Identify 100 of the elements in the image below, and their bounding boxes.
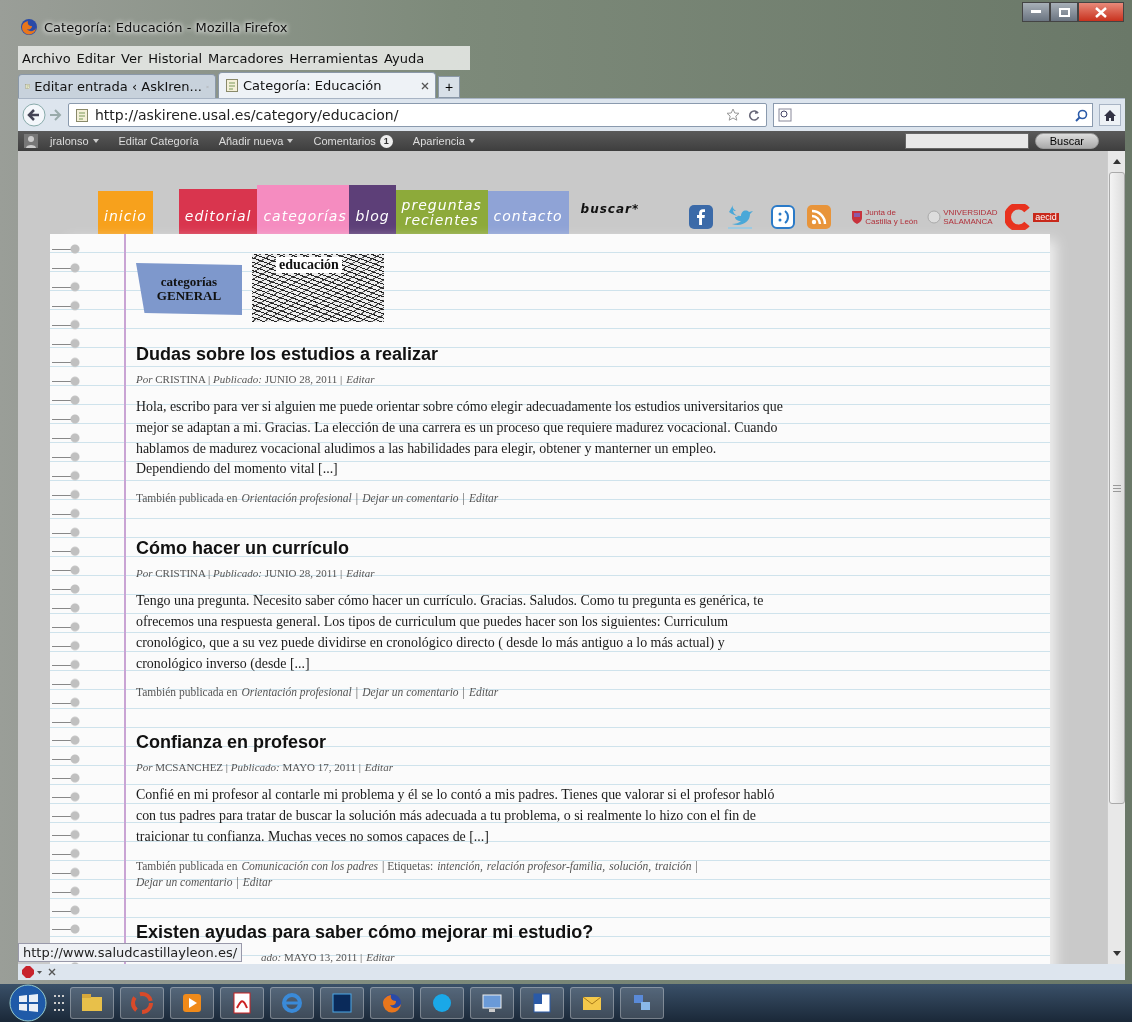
category-badge[interactable]: categorías GENERAL <box>136 263 242 315</box>
post-footer-text: | <box>695 858 698 874</box>
scroll-down-icon[interactable] <box>1112 951 1121 956</box>
back-icon[interactable] <box>22 103 46 127</box>
monitor-icon[interactable] <box>480 991 504 1015</box>
c-logo-icon <box>1005 204 1032 230</box>
post-excerpt: Tengo una pregunta. Necesito saber cómo hacer un currículo. Gracias. Saludos. Como tu pregunta es genérica, te ofrecemos una respuesta general. Los tipos de curriculum que puedes hacer son los siguientes: Curriculum cronológico, que a su vez puede dividirse en cronológico directo ( desde lo más antiguo a lo más actual) y cronológico inverso (desde [...] <box>136 592 765 673</box>
menu-item[interactable]: Archivo <box>22 50 71 66</box>
page-icon <box>225 78 239 93</box>
scrollbar[interactable] <box>1107 151 1125 964</box>
crest-icon <box>851 210 864 224</box>
minimize-icon <box>1031 10 1041 14</box>
search-icon[interactable] <box>1075 108 1088 122</box>
partner-name[interactable]: VNIVERSIDAD SALAMANCA <box>943 208 1000 226</box>
link[interactable]: Editar <box>366 948 395 964</box>
partner-name[interactable]: Junta de Castilla y León <box>865 208 922 226</box>
post-footer-text: También publicada en <box>136 491 238 507</box>
post-title[interactable]: Confianza en profesor <box>136 732 784 754</box>
link[interactable]: solución, <box>609 857 652 874</box>
nav-tab[interactable]: blog <box>349 185 396 234</box>
menu-item[interactable]: Marcadores <box>208 50 284 66</box>
link[interactable]: Comunicación con los padres <box>241 857 378 874</box>
close-button[interactable] <box>1078 2 1124 22</box>
post-title[interactable]: Dudas sobre los estudios a realizar <box>136 344 784 365</box>
post-footer-text: | <box>462 491 465 507</box>
link[interactable]: Dejar un comentario <box>362 684 459 701</box>
post-meta: Por CRISTINA | Publicado: JUNIO 28, 2011 | <box>136 372 343 387</box>
browser-tab[interactable]: Editar entrada ‹ AskIren... <box>18 74 216 98</box>
grip-icon <box>1112 484 1121 492</box>
partner-name[interactable]: aecid <box>1033 212 1059 222</box>
toolbar-menu-item[interactable]: Añadir nueva <box>218 135 294 147</box>
home-button[interactable] <box>1099 104 1121 126</box>
adblock-icon[interactable] <box>22 966 42 978</box>
toolbar-menu-item[interactable]: Editar Categoría <box>118 135 199 147</box>
grip-icon <box>54 995 64 1011</box>
post-meta: Por MCSANCHEZ | Publicado: MAYO 17, 2011 | <box>136 760 361 776</box>
link[interactable]: Editar <box>346 565 375 582</box>
post-meta: Por CRISTINA | Publicado: JUNIO 28, 2011 | <box>136 566 343 582</box>
facebook-icon[interactable] <box>689 205 714 229</box>
window-title: Categoría: Educación - Mozilla Firefox <box>44 19 289 35</box>
toolbar-menu-item[interactable]: jralonso <box>24 134 99 148</box>
home-icon <box>1103 108 1117 122</box>
firefox-icon[interactable] <box>380 991 404 1015</box>
link[interactable]: Editar <box>468 684 499 701</box>
post-footer-text: También publicada en <box>136 685 238 701</box>
media-player-icon[interactable] <box>180 991 204 1015</box>
scroll-up-icon[interactable] <box>1112 159 1121 164</box>
link[interactable]: Editar <box>346 371 375 387</box>
link[interactable]: traición <box>655 857 692 874</box>
toolbar-menu-item[interactable]: Apariencia <box>412 135 475 147</box>
status-url-tooltip: http://www.saludcastillayleon.es/ <box>18 943 243 962</box>
pdf-icon[interactable] <box>230 991 254 1015</box>
avatar-icon <box>24 134 38 148</box>
link[interactable]: Dejar un comentario <box>136 873 233 890</box>
firefox-icon <box>20 18 38 36</box>
search-field[interactable] <box>773 103 1093 127</box>
category-title: educación <box>276 257 342 273</box>
close-icon[interactable] <box>48 968 56 976</box>
document-icon[interactable] <box>530 991 554 1015</box>
menu-item[interactable]: Ver <box>121 50 143 66</box>
search-engine-icon <box>778 108 792 122</box>
maximize-icon <box>1058 7 1070 17</box>
post-excerpt: Hola, escribo para ver si alguien me puede orientar sobre cómo elegir adecuadamente los estudios universitarios que mejor se adaptan a mi. Gracias. La elección de una carrera es un proceso que requiere madurez vocacional. Cuando hablamos de madurez vocacional aludimos a las habilidades para elegir, obtener y manterner un empleo. Dependiendo del momento vital [...] <box>136 398 784 479</box>
link[interactable]: Orientación profesional <box>241 490 352 507</box>
post-title[interactable]: Cómo hacer un currículo <box>136 538 784 560</box>
smiley-icon[interactable] <box>771 205 796 229</box>
search-field[interactable] <box>904 133 1029 149</box>
search-button[interactable]: Buscar <box>1034 133 1099 149</box>
reload-icon[interactable] <box>748 109 760 121</box>
menu-item[interactable]: Editar <box>76 50 116 66</box>
search-link[interactable]: buscar* <box>568 202 640 234</box>
menu-item[interactable]: Historial <box>148 50 203 66</box>
close-icon[interactable] <box>421 81 429 90</box>
star-icon[interactable] <box>726 108 740 122</box>
link[interactable]: intención, <box>437 857 483 874</box>
post-footer-text: | <box>355 491 359 507</box>
post-title[interactable]: Existen ayudas para saber cómo mejorar mi estudio? <box>136 921 784 943</box>
link[interactable]: Editar <box>242 873 273 890</box>
start-orb-icon[interactable] <box>8 984 48 1022</box>
link[interactable]: Orientación profesional <box>241 684 352 701</box>
maximize-button[interactable] <box>1050 2 1078 22</box>
page-icon <box>75 107 89 123</box>
count-badge: 1 <box>379 134 393 148</box>
post-footer-text: | <box>355 685 359 701</box>
post-footer-text: | <box>462 685 465 701</box>
new-tab-button[interactable]: + <box>438 76 460 98</box>
browser-tab[interactable]: Categoría: Educación <box>218 72 436 98</box>
link[interactable]: relación profesor-familia, <box>486 857 606 874</box>
post-excerpt: Confié en mi profesor al contarle mi problema y él se lo contó a mis padres. Tienes que valorar si el profesor habló con tus padres para tratar de buscar la solución más adecuada a tu problema, o si realmente lo hizo con el fin de traicionar tu confianza. Muchas veces no somos capaces de [...] <box>136 786 776 846</box>
scrollbar-thumb[interactable] <box>1108 172 1125 804</box>
address-field[interactable]: http://askirene.usal.es/category/educacion/ <box>68 103 767 127</box>
toolbar-menu-item[interactable]: Comentarios 1 <box>313 134 393 148</box>
link[interactable]: Editar <box>468 490 499 507</box>
link[interactable]: Dejar un comentario <box>362 490 459 507</box>
minimize-button[interactable] <box>1022 2 1050 22</box>
menu-item[interactable]: Herramientas <box>289 50 379 66</box>
link[interactable]: Editar <box>364 759 393 776</box>
menu-item[interactable]: Ayuda <box>384 50 425 66</box>
url-text: http://askirene.usal.es/category/educacion/ <box>95 107 400 123</box>
nav-tab[interactable]: editorial <box>178 189 258 234</box>
